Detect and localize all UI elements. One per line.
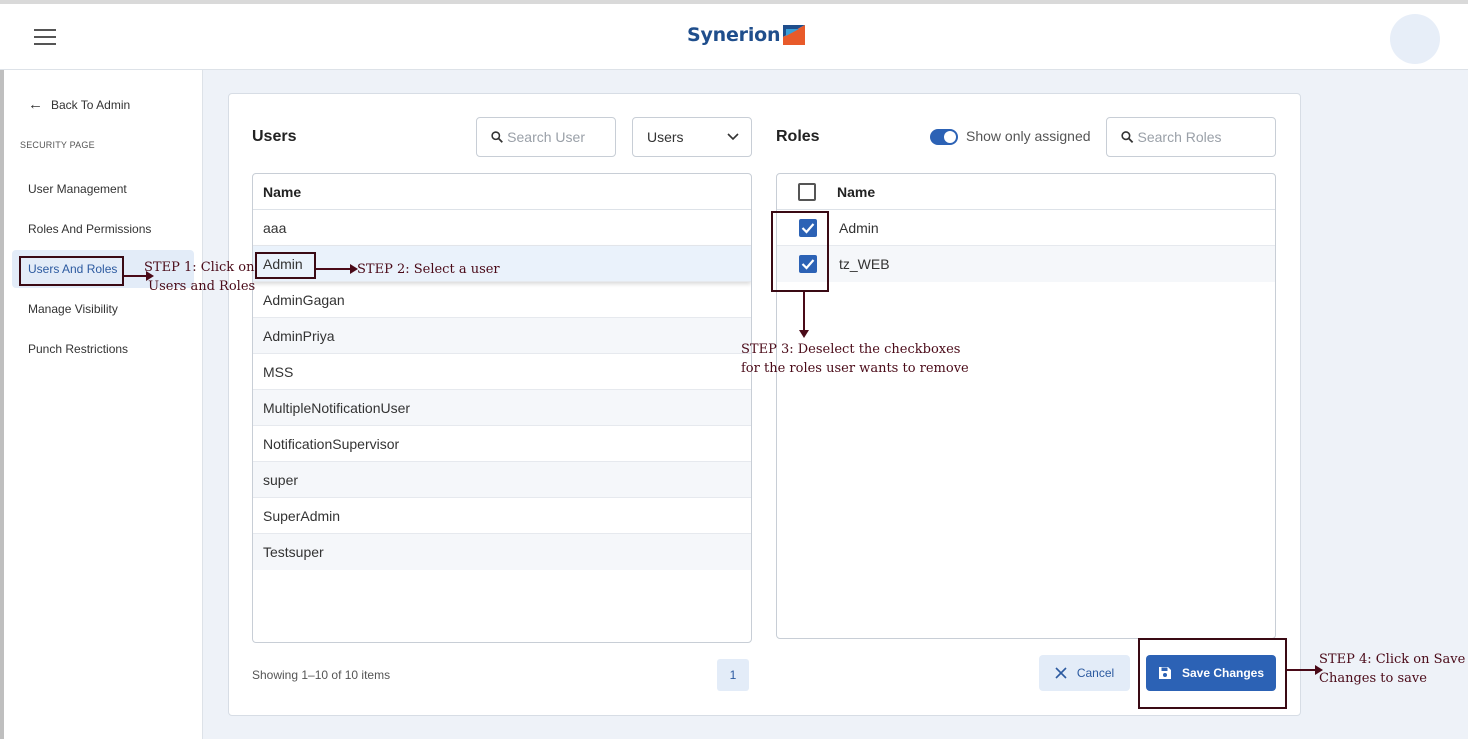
search-user-field[interactable] — [476, 117, 616, 157]
back-link-label: Back To Admin — [51, 97, 131, 112]
chevron-down-icon — [727, 133, 739, 141]
role-name: tz_WEB — [839, 256, 890, 272]
role-name: Admin — [839, 219, 879, 236]
close-icon — [1055, 667, 1067, 679]
table-row[interactable]: NotificationSupervisor — [253, 426, 751, 462]
step4-annotation: STEP 4: Click on Save Changes to save — [1319, 652, 1466, 686]
search-user-input[interactable] — [507, 129, 615, 145]
table-row[interactable]: tz_WEB — [777, 246, 1275, 282]
step3-highlight-box — [771, 211, 829, 292]
table-row[interactable]: aaa — [253, 210, 751, 246]
section-label: SECURITY PAGE — [20, 140, 95, 150]
back-to-admin-link[interactable]: ← Back To Admin — [28, 96, 130, 113]
search-roles-input[interactable] — [1137, 129, 1275, 145]
step4-arrow-icon — [1287, 665, 1323, 675]
roles-grid-header: Name — [777, 174, 1275, 210]
step2-highlight-box — [255, 252, 316, 279]
select-all-checkbox[interactable] — [798, 182, 816, 201]
roles-title: Roles — [776, 128, 820, 145]
show-only-assigned-label: Show only assigned — [966, 128, 1091, 144]
cancel-button[interactable]: Cancel — [1039, 655, 1130, 691]
user-type-select[interactable]: Users — [632, 117, 752, 157]
show-only-assigned-toggle[interactable] — [930, 129, 958, 145]
users-name-column[interactable]: Name — [263, 184, 301, 200]
table-row[interactable]: Admin — [777, 210, 1275, 246]
table-row[interactable]: SuperAdmin — [253, 498, 751, 534]
logo-text: Synerion — [687, 24, 781, 46]
step2-arrow-icon — [316, 264, 358, 274]
sidebar-item-punch-restrictions[interactable]: Punch Restrictions — [12, 330, 194, 368]
search-roles-field[interactable] — [1106, 117, 1276, 157]
roles-grid: Name Admin tz_WEB — [776, 173, 1276, 639]
roles-name-column[interactable]: Name — [837, 184, 875, 200]
sidebar: ← Back To Admin SECURITY PAGE User Manag… — [0, 70, 203, 739]
step4-highlight-box — [1138, 638, 1287, 709]
step1-highlight-box — [19, 256, 124, 286]
logo: Synerion — [687, 24, 806, 46]
table-row[interactable]: MultipleNotificationUser — [253, 390, 751, 426]
table-row[interactable]: AdminPriya — [253, 318, 751, 354]
sidebar-item-roles-and-permissions[interactable]: Roles And Permissions — [12, 210, 194, 248]
hamburger-menu-icon[interactable] — [34, 29, 56, 45]
users-title: Users — [252, 128, 297, 145]
users-grid: Name aaa Admin AdminGagan AdminPriya MSS… — [252, 173, 752, 643]
logo-mark-icon — [783, 25, 806, 45]
sidebar-item-user-management[interactable]: User Management — [12, 170, 194, 208]
step1-annotation: STEP 1: Click on Users and Roles — [144, 260, 256, 294]
search-icon — [491, 131, 503, 143]
avatar[interactable] — [1390, 14, 1440, 64]
table-row[interactable]: Testsuper — [253, 534, 751, 570]
step3-arrow-icon — [799, 292, 809, 338]
search-icon — [1121, 131, 1134, 143]
table-row[interactable]: AdminGagan — [253, 282, 751, 318]
pager-info: Showing 1–10 of 10 items — [252, 668, 391, 682]
table-row[interactable]: super — [253, 462, 751, 498]
table-row[interactable]: MSS — [253, 354, 751, 390]
cancel-label: Cancel — [1076, 666, 1115, 680]
step2-annotation: STEP 2: Select a user — [357, 262, 500, 277]
user-type-value: Users — [647, 129, 684, 145]
arrow-left-icon: ← — [28, 96, 43, 113]
step3-annotation: STEP 3: Deselect the checkboxes for the … — [741, 342, 969, 376]
users-grid-header: Name — [253, 174, 751, 210]
top-bar: Synerion — [0, 0, 1468, 70]
page-button[interactable]: 1 — [717, 659, 749, 691]
